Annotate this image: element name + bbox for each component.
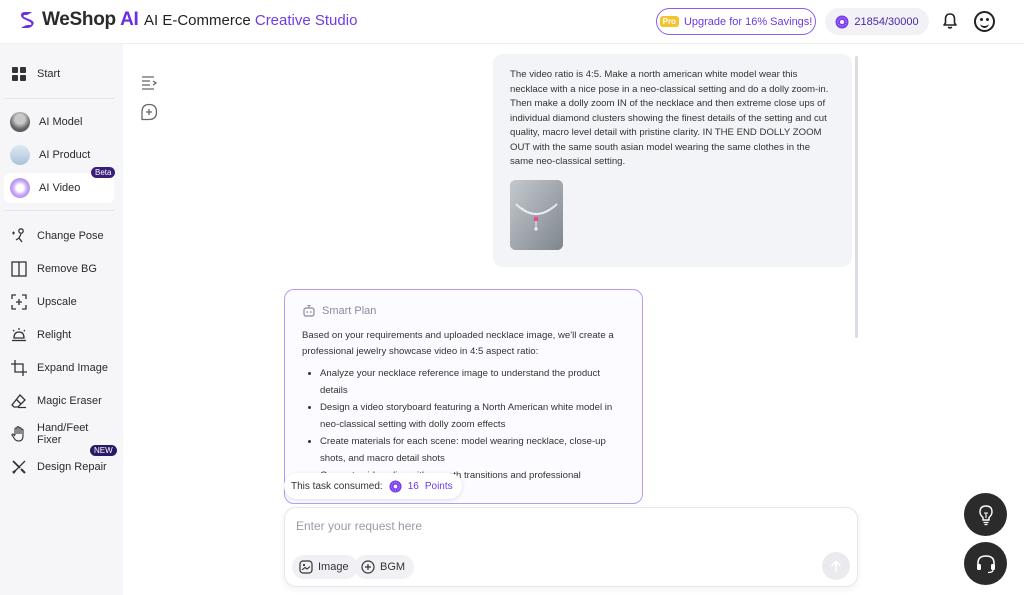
sidebar-item-label: Hand/Feet Fixer: [37, 422, 89, 446]
top-header: WeShop AI AI E-Commerce Creative Studio …: [0, 0, 1024, 44]
relight-icon: [10, 326, 28, 344]
sidebar-item-label: AI Video: [39, 182, 81, 194]
consumed-points: 16: [407, 480, 419, 492]
task-consumed-pill: This task consumed: 16 Points: [284, 473, 462, 499]
points-coin-icon: [835, 15, 849, 28]
sidebar-item-ai-video[interactable]: AI Video Beta: [4, 167, 116, 203]
user-avatar-icon[interactable]: [974, 11, 995, 32]
lightbulb-icon: [978, 504, 993, 525]
sidebar-item-remove-bg[interactable]: Remove BG: [4, 254, 114, 284]
sidebar-item-label: AI Product: [39, 149, 91, 161]
sidebar-item-change-pose[interactable]: Change Pose: [4, 221, 114, 251]
smart-plan-header: Smart Plan: [302, 304, 626, 318]
sidebar-item-label: Start: [37, 68, 61, 80]
logo-icon: [21, 12, 34, 28]
bgm-button-label: BGM: [380, 561, 406, 573]
sidebar-item-label: Design Repair: [37, 461, 107, 473]
collapse-list-icon[interactable]: [140, 74, 158, 92]
sidebar-item-label: Magic Eraser: [37, 395, 102, 407]
smart-plan-intro: Based on your requirements and uploaded …: [302, 330, 614, 357]
logo-text-we: WeShop: [42, 9, 116, 30]
tools-icon: [10, 458, 28, 476]
sidebar-item-upscale[interactable]: Upscale: [4, 287, 114, 317]
bgm-button[interactable]: BGM: [354, 555, 415, 579]
support-button[interactable]: [964, 542, 1007, 585]
robot-icon: [303, 304, 315, 317]
smart-plan-card: Smart Plan Based on your requirements an…: [284, 289, 643, 504]
sidebar-item-design-repair[interactable]: Design Repair NEW: [4, 445, 117, 482]
sidebar: Start AI Model AI Product AI Video Beta …: [0, 44, 123, 595]
points-coin-icon: [389, 479, 402, 493]
weshop-logo[interactable]: WeShop AI: [18, 9, 139, 31]
arrow-up-icon: [831, 560, 841, 572]
ai-product-thumbnail: [10, 145, 30, 165]
logo-text-ai: AI: [120, 9, 139, 30]
consumed-unit: Points: [424, 480, 453, 492]
sidebar-divider: [4, 98, 114, 99]
consumed-label: This task consumed:: [291, 480, 383, 492]
sidebar-item-magic-eraser[interactable]: Magic Eraser: [4, 386, 114, 416]
sidebar-item-label: Upscale: [37, 296, 77, 308]
tips-button[interactable]: [964, 493, 1007, 536]
pose-icon: [10, 227, 28, 245]
user-message-bubble: The video ratio is 4:5. Make a north ame…: [493, 54, 852, 267]
chat-scrollbar[interactable]: [855, 56, 858, 338]
user-message-text: The video ratio is 4:5. Make a north ame…: [510, 69, 829, 167]
bell-icon[interactable]: [941, 12, 959, 30]
smart-plan-title: Smart Plan: [322, 305, 377, 317]
sidebar-item-relight[interactable]: Relight: [4, 320, 114, 350]
sidebar-item-start[interactable]: Start: [4, 59, 114, 89]
upscale-icon: [10, 293, 28, 311]
sidebar-item-ai-product[interactable]: AI Product: [4, 140, 114, 170]
request-composer: Image BGM: [284, 507, 858, 587]
eraser-icon: [10, 392, 28, 410]
sidebar-item-expand-image[interactable]: Expand Image: [4, 353, 114, 383]
sidebar-item-label: Change Pose: [37, 230, 104, 242]
sidebar-item-ai-model[interactable]: AI Model: [4, 107, 114, 137]
image-button-label: Image: [318, 561, 349, 573]
page-title-main: AI E-Commerce: [144, 12, 251, 29]
list-item: Design a video storyboard featuring a No…: [320, 399, 626, 433]
sidebar-divider: [4, 210, 114, 211]
image-upload-button[interactable]: Image: [292, 555, 358, 579]
sidebar-item-label: Relight: [37, 329, 72, 341]
hand-icon: [10, 425, 28, 443]
upgrade-label: Upgrade for 16% Savings!: [683, 15, 813, 28]
points-balance[interactable]: 21854/30000: [825, 8, 929, 35]
headset-icon: [976, 554, 995, 573]
smart-plan-steps: Analyze your necklace reference image to…: [302, 365, 626, 484]
ai-video-thumbnail: [10, 178, 30, 198]
necklace-reference-image[interactable]: [510, 179, 563, 250]
expand-icon: [10, 359, 28, 377]
send-button[interactable]: [822, 552, 850, 580]
list-item: Analyze your necklace reference image to…: [320, 365, 626, 399]
ai-model-thumbnail: [10, 112, 30, 132]
sidebar-item-label: AI Model: [39, 116, 83, 128]
beta-badge: Beta: [91, 167, 116, 178]
new-chat-icon[interactable]: [140, 103, 158, 121]
grid-icon: [10, 65, 28, 83]
request-input[interactable]: [296, 517, 796, 535]
points-value: 21854/30000: [854, 15, 919, 28]
new-badge: NEW: [90, 445, 117, 456]
upgrade-button[interactable]: Pro Upgrade for 16% Savings!: [656, 8, 816, 35]
pro-badge: Pro: [659, 16, 679, 27]
list-item: Create materials for each scene: model w…: [320, 433, 626, 467]
page-title-accent: Creative Studio: [254, 12, 358, 29]
sidebar-item-label: Expand Image: [37, 362, 108, 374]
page-title: AI E-Commerce Creative Studio: [144, 12, 357, 29]
image-icon: [299, 560, 313, 574]
remove-bg-icon: [10, 260, 28, 278]
sidebar-item-label: Remove BG: [37, 263, 97, 275]
add-circle-icon: [361, 560, 375, 574]
